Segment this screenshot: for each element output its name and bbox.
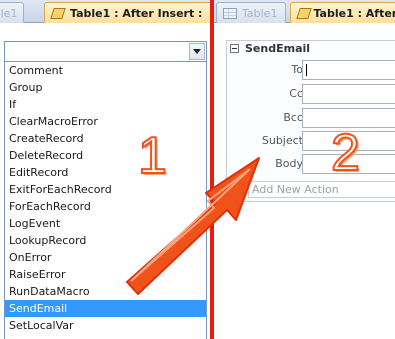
list-item[interactable]: SetLocalVar [5,317,206,334]
action-dropdown-list[interactable]: Comment Group If ClearMacroError CreateRecor… [4,62,207,339]
tab-after-insert[interactable]: Table1 : After Insert : [44,2,210,23]
list-item[interactable]: EditRecord [5,164,206,181]
body-label: Body [275,157,303,170]
list-item[interactable]: RunDataMacro [5,283,206,300]
list-item[interactable]: Comment [5,62,206,79]
to-label: To [291,63,303,76]
table-icon [223,7,237,19]
list-item[interactable]: CreateRecord [5,130,206,147]
list-item[interactable]: OnError [5,249,206,266]
subject-label: Subject [261,134,303,147]
cc-field[interactable] [302,84,395,104]
cc-label: Cc [289,87,303,100]
dropdown-button[interactable] [189,43,205,60]
to-field[interactable] [302,60,395,80]
add-new-action-combo[interactable]: Add New Action [248,181,395,198]
left-pane: Table1 Table1 : After Insert : CommentGr… [0,0,210,339]
document-tab-bar: Table1 Table1 : After In [214,0,395,23]
text-cursor [306,64,307,76]
document-tab-bar: Table1 Table1 : After Insert : [0,0,210,23]
list-item[interactable]: DeleteRecord [5,147,206,164]
tab-table1[interactable]: Table1 [216,2,286,23]
collapse-icon[interactable] [230,44,239,53]
tab-label: Table1 : After Insert : [70,6,203,20]
right-pane: Table1 Table1 : After In SendEmail To Cc… [214,0,395,339]
callout-number-2: 2 [330,124,361,182]
macro-icon [51,7,65,19]
chevron-down-icon [193,49,201,54]
list-item[interactable]: LookupRecord [5,232,206,249]
tab-after-insert[interactable]: Table1 : After In [290,2,395,23]
list-item[interactable]: Group [5,79,206,96]
sendemail-action-block[interactable]: SendEmail To Cc Bcc Subject Body [226,40,395,202]
add-action-combo[interactable] [4,41,207,62]
list-item[interactable]: ExitForEachRecord [5,181,206,198]
action-name: SendEmail [245,42,311,55]
tab-table1[interactable]: Table1 [0,2,25,23]
callout-number-1: 1 [137,127,168,185]
tab-label: Table1 [242,6,278,20]
bcc-label: Bcc [283,111,303,124]
list-item[interactable]: ForEachRecord [5,198,206,215]
macro-icon [297,7,308,19]
tab-label: Table1 [0,6,18,20]
list-item[interactable]: ClearMacroError [5,113,206,130]
list-item[interactable]: RaiseError [5,266,206,283]
list-item[interactable]: If [5,96,206,113]
list-item[interactable]: LogEvent [5,215,206,232]
list-item[interactable]: SendEmail [5,300,206,317]
tab-label: Table1 : After In [313,6,395,20]
